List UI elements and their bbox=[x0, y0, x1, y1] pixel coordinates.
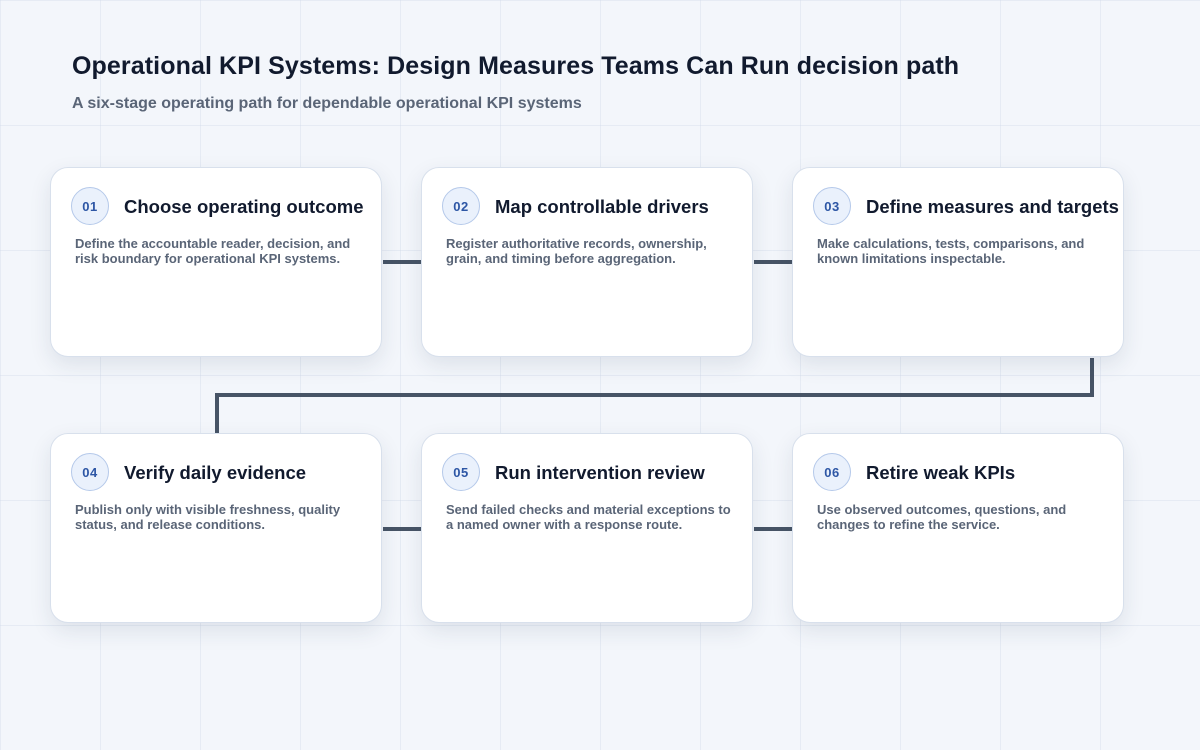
stage-title: Choose operating outcome bbox=[124, 196, 364, 217]
stage-description: Register authoritative records, ownershi… bbox=[446, 236, 707, 266]
stage-title: Define measures and targets bbox=[866, 196, 1119, 217]
stage-card-02: 02 Map controllable drivers Register aut… bbox=[421, 167, 753, 357]
stage-card-04: 04 Verify daily evidence Publish only wi… bbox=[50, 433, 382, 623]
stage-number-badge: 01 bbox=[71, 187, 109, 225]
stage-number-badge: 06 bbox=[813, 453, 851, 491]
stage-card-05: 05 Run intervention review Send failed c… bbox=[421, 433, 753, 623]
stage-description: Use observed outcomes, questions, and ch… bbox=[817, 502, 1067, 532]
connector-03-04 bbox=[215, 358, 1094, 433]
stage-title: Map controllable drivers bbox=[495, 196, 709, 217]
stage-description: Send failed checks and material exceptio… bbox=[446, 502, 731, 532]
flow-connectors bbox=[215, 260, 1094, 531]
stage-title: Retire weak KPIs bbox=[866, 462, 1016, 483]
stage-card-03: 03 Define measures and targets Make calc… bbox=[792, 167, 1124, 357]
stage-number-badge: 04 bbox=[71, 453, 109, 491]
stage-card-06: 06 Retire weak KPIs Use observed outcome… bbox=[792, 433, 1124, 623]
stage-title: Verify daily evidence bbox=[124, 462, 307, 483]
stage-title: Run intervention review bbox=[495, 462, 705, 483]
stage-number-badge: 05 bbox=[442, 453, 480, 491]
stage-card-01: 01 Choose operating outcome Define the a… bbox=[50, 167, 382, 357]
stage-description: Define the accountable reader, decision,… bbox=[75, 236, 351, 266]
stage-description: Make calculations, tests, comparisons, a… bbox=[817, 236, 1085, 266]
stage-number-badge: 03 bbox=[813, 187, 851, 225]
stage-number-badge: 02 bbox=[442, 187, 480, 225]
stage-description: Publish only with visible freshness, qua… bbox=[75, 502, 341, 532]
